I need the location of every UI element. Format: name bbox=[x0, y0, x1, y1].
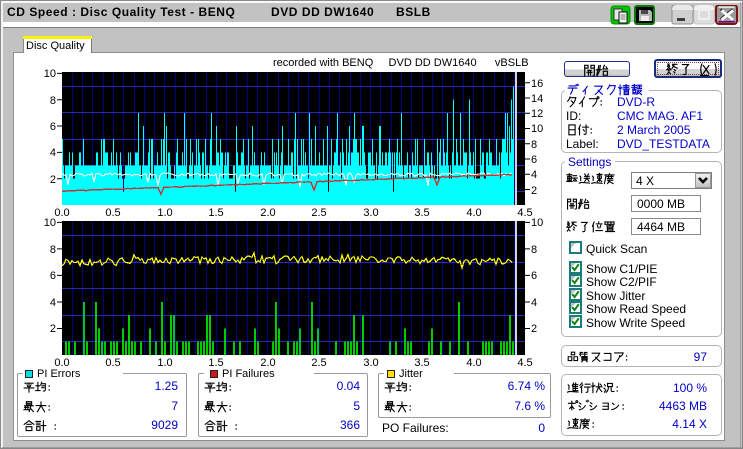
svg-text:8: 8 bbox=[50, 244, 56, 256]
svg-text:4.5: 4.5 bbox=[517, 207, 532, 219]
svg-text:12: 12 bbox=[531, 108, 543, 120]
svg-text:10: 10 bbox=[531, 123, 543, 135]
svg-text:4: 4 bbox=[50, 297, 56, 309]
svg-text:3.0: 3.0 bbox=[363, 207, 378, 219]
svg-text:8: 8 bbox=[531, 244, 537, 256]
svg-text:2.5: 2.5 bbox=[311, 357, 326, 369]
svg-text:8: 8 bbox=[531, 139, 537, 151]
svg-text:10: 10 bbox=[44, 68, 56, 80]
svg-text:2: 2 bbox=[531, 323, 537, 335]
svg-text:2: 2 bbox=[50, 323, 56, 335]
svg-text:2: 2 bbox=[531, 185, 537, 197]
svg-text:4: 4 bbox=[531, 297, 537, 309]
svg-text:4: 4 bbox=[531, 169, 537, 181]
svg-text:3.0: 3.0 bbox=[363, 357, 378, 369]
svg-text:1.0: 1.0 bbox=[157, 357, 172, 369]
svg-text:3.5: 3.5 bbox=[414, 207, 429, 219]
svg-text:0.0: 0.0 bbox=[54, 207, 69, 219]
svg-text:2: 2 bbox=[50, 174, 56, 186]
svg-text:4.5: 4.5 bbox=[517, 357, 532, 369]
svg-text:2.5: 2.5 bbox=[311, 207, 326, 219]
svg-text:4.0: 4.0 bbox=[466, 357, 481, 369]
svg-text:6: 6 bbox=[531, 154, 537, 166]
svg-text:16: 16 bbox=[531, 78, 543, 90]
svg-text:8: 8 bbox=[50, 95, 56, 107]
svg-text:4.0: 4.0 bbox=[466, 207, 481, 219]
svg-text:10: 10 bbox=[531, 217, 543, 229]
svg-text:6: 6 bbox=[531, 270, 537, 282]
svg-text:14: 14 bbox=[531, 93, 543, 105]
svg-text:0.5: 0.5 bbox=[105, 207, 120, 219]
svg-text:4: 4 bbox=[50, 147, 56, 159]
svg-text:1.0: 1.0 bbox=[157, 207, 172, 219]
svg-text:2.0: 2.0 bbox=[260, 207, 275, 219]
svg-text:6: 6 bbox=[50, 121, 56, 133]
svg-text:0.5: 0.5 bbox=[105, 357, 120, 369]
svg-text:1.5: 1.5 bbox=[208, 207, 223, 219]
svg-text:6: 6 bbox=[50, 270, 56, 282]
